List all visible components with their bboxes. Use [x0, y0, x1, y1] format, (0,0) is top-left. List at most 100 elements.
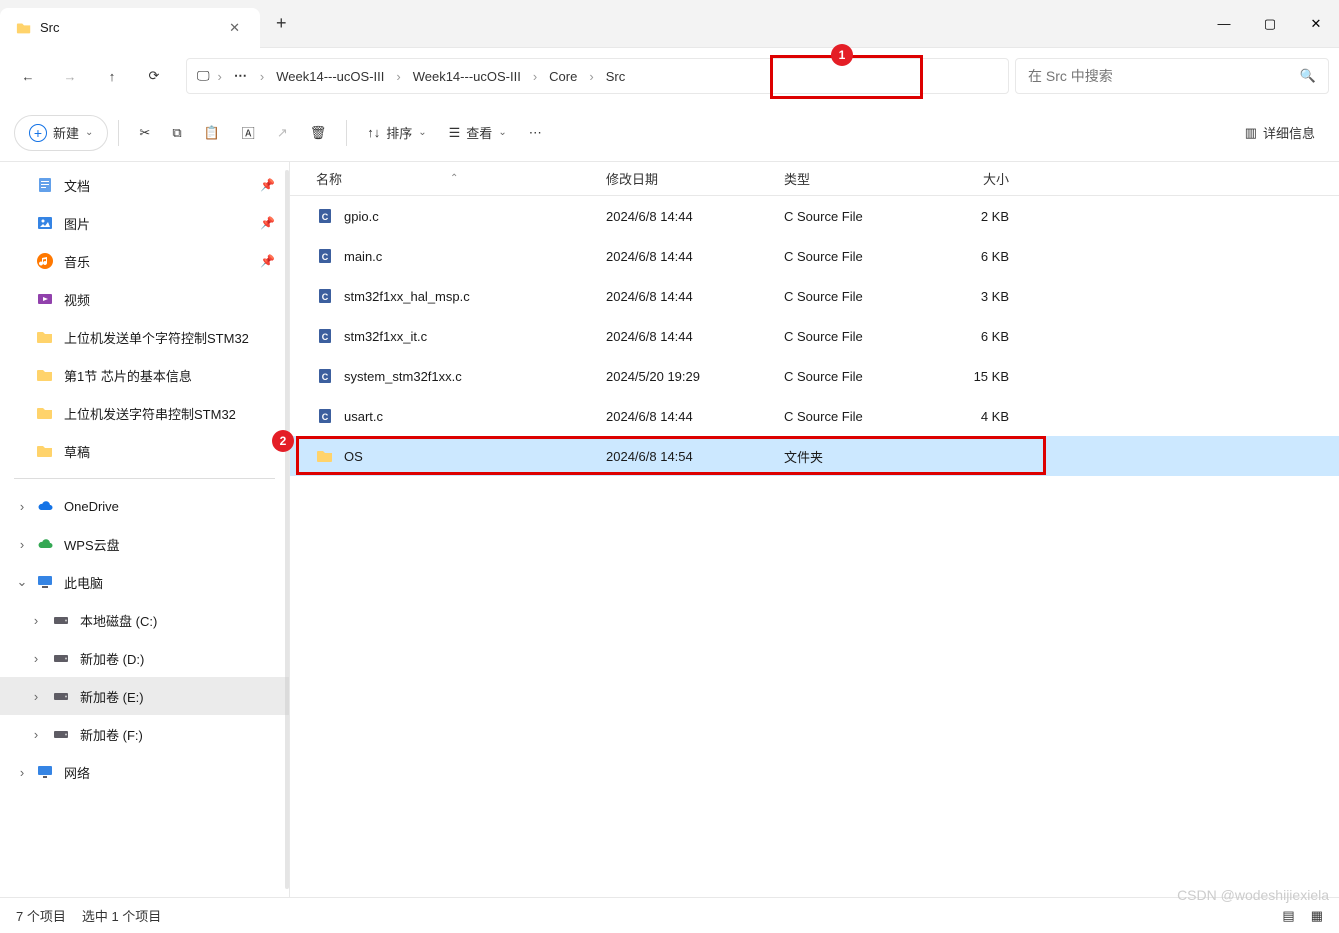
sidebar-item[interactable]: 音乐 📌	[0, 242, 289, 280]
file-row[interactable]: stm32f1xx_hal_msp.c 2024/6/8 14:44 C Sou…	[290, 276, 1339, 316]
sidebar-item[interactable]: 第1节 芯片的基本信息	[0, 356, 289, 394]
sort-indicator-icon: ⌃	[450, 173, 458, 184]
sort-icon: ↑↓	[367, 125, 380, 140]
search-input[interactable]	[1028, 68, 1292, 84]
up-button[interactable]: ↑	[94, 58, 130, 94]
view-button[interactable]: ☰ 查看 ⌄	[439, 115, 517, 151]
column-header-name[interactable]: 名称⌃	[290, 169, 606, 188]
sidebar-drive-item[interactable]: › 新加卷 (D:)	[0, 639, 289, 677]
folder-icon	[36, 404, 54, 422]
breadcrumb-item[interactable]: Core	[545, 67, 581, 86]
view-details-icon[interactable]: ▤	[1282, 908, 1294, 924]
column-header-date[interactable]: 修改日期	[606, 169, 784, 188]
file-name: gpio.c	[344, 209, 379, 224]
breadcrumb-overflow[interactable]: ⋯	[230, 68, 252, 84]
details-label: 详细信息	[1263, 123, 1315, 142]
file-row[interactable]: usart.c 2024/6/8 14:44 C Source File 4 K…	[290, 396, 1339, 436]
sidebar-drive-item[interactable]: › 新加卷 (E:)	[0, 677, 289, 715]
column-header-size[interactable]: 大小	[929, 169, 1021, 188]
close-tab-button[interactable]: ✕	[225, 16, 244, 40]
sidebar-item[interactable]: › OneDrive	[0, 487, 289, 525]
sidebar-item[interactable]: 草稿	[0, 432, 289, 470]
sidebar-item[interactable]: 上位机发送字符串控制STM32	[0, 394, 289, 432]
close-window-button[interactable]: ✕	[1293, 4, 1339, 44]
breadcrumb-item[interactable]: Week14---ucOS-III	[409, 67, 525, 86]
sidebar-item[interactable]: › WPS云盘	[0, 525, 289, 563]
cut-button[interactable]: ✂	[129, 115, 160, 151]
address-bar[interactable]: 🖵 › ⋯ › Week14---ucOS-III › Week14---ucO…	[186, 58, 1009, 94]
chevron-right-icon[interactable]: ›	[28, 613, 44, 628]
chevron-right-icon[interactable]: ›	[28, 651, 44, 666]
minimize-button[interactable]: —	[1201, 4, 1247, 44]
sidebar-drive-item[interactable]: › 新加卷 (F:)	[0, 715, 289, 753]
sort-button[interactable]: ↑↓ 排序 ⌄	[357, 115, 436, 151]
copy-button[interactable]: ⧉	[162, 115, 191, 151]
status-selected-count: 选中 1 个项目	[82, 906, 161, 925]
file-row[interactable]: stm32f1xx_it.c 2024/6/8 14:44 C Source F…	[290, 316, 1339, 356]
column-headers: 名称⌃ 修改日期 类型 大小	[290, 162, 1339, 196]
file-date: 2024/6/8 14:44	[606, 409, 784, 424]
file-date: 2024/6/8 14:44	[606, 289, 784, 304]
file-name: stm32f1xx_hal_msp.c	[344, 289, 470, 304]
file-size: 6 KB	[929, 249, 1021, 264]
maximize-button[interactable]: ▢	[1247, 4, 1293, 44]
cfile-icon	[316, 407, 334, 425]
tab-src[interactable]: Src ✕	[0, 8, 260, 48]
more-button[interactable]: ⋯	[519, 115, 552, 151]
sidebar-item-label: 新加卷 (E:)	[80, 687, 144, 706]
chevron-right-icon: ›	[533, 69, 537, 84]
view-thumbnails-icon[interactable]: ▦	[1311, 908, 1323, 924]
delete-button[interactable]: 🗑	[300, 115, 337, 151]
file-date: 2024/6/8 14:44	[606, 209, 784, 224]
video-icon	[36, 290, 54, 308]
new-tab-button[interactable]: +	[276, 13, 287, 34]
sidebar-item[interactable]: 图片 📌	[0, 204, 289, 242]
rename-button[interactable]: 🄰	[232, 115, 265, 151]
file-date: 2024/6/8 14:54	[606, 449, 784, 464]
ellipsis-icon: ⋯	[529, 125, 542, 141]
sidebar-item[interactable]: 视频	[0, 280, 289, 318]
sidebar-item[interactable]: 文档 📌	[0, 166, 289, 204]
pin-icon: 📌	[260, 178, 275, 192]
sidebar-item-label: 本地磁盘 (C:)	[80, 611, 157, 630]
sidebar-item[interactable]: ⌄ 此电脑	[0, 563, 289, 601]
sidebar-item[interactable]: 上位机发送单个字符控制STM32	[0, 318, 289, 356]
sidebar-item-network[interactable]: › 网络	[0, 753, 289, 791]
file-row[interactable]: system_stm32f1xx.c 2024/5/20 19:29 C Sou…	[290, 356, 1339, 396]
file-row[interactable]: gpio.c 2024/6/8 14:44 C Source File 2 KB	[290, 196, 1339, 236]
chevron-icon[interactable]: ›	[14, 499, 30, 514]
chevron-icon[interactable]: ⌄	[14, 574, 30, 590]
details-pane-button[interactable]: ▥ 详细信息	[1235, 115, 1325, 151]
trash-icon: 🗑	[310, 125, 327, 141]
refresh-button[interactable]: ⟳	[136, 58, 172, 94]
breadcrumb-item[interactable]: Week14---ucOS-III	[272, 67, 388, 86]
rename-icon: 🄰	[242, 123, 255, 142]
file-row[interactable]: OS 2024/6/8 14:54 文件夹	[290, 436, 1339, 476]
column-header-type[interactable]: 类型	[784, 169, 929, 188]
copy-icon: ⧉	[172, 125, 181, 141]
sidebar-item-label: 网络	[64, 763, 90, 782]
chevron-right-icon[interactable]: ›	[28, 727, 44, 742]
chevron-down-icon: ⌄	[85, 127, 93, 138]
file-type: C Source File	[784, 289, 929, 304]
cfile-icon	[316, 207, 334, 225]
cfile-icon	[316, 327, 334, 345]
chevron-right-icon[interactable]: ›	[14, 765, 30, 780]
new-button[interactable]: + 新建 ⌄	[14, 115, 108, 151]
net-icon	[36, 763, 54, 781]
chevron-right-icon[interactable]: ›	[28, 689, 44, 704]
chevron-right-icon: ›	[396, 69, 400, 84]
chevron-icon[interactable]: ›	[14, 537, 30, 552]
chevron-down-icon: ⌄	[498, 127, 506, 138]
sidebar-item-label: 视频	[64, 290, 90, 309]
sidebar-drive-item[interactable]: › 本地磁盘 (C:)	[0, 601, 289, 639]
back-button[interactable]: ←	[10, 58, 46, 94]
file-row[interactable]: main.c 2024/6/8 14:44 C Source File 6 KB	[290, 236, 1339, 276]
view-label: 查看	[466, 123, 492, 142]
separator	[14, 478, 275, 479]
search-box[interactable]: 🔍	[1015, 58, 1329, 94]
breadcrumb-item[interactable]: Src	[602, 67, 630, 86]
share-icon: ↗	[277, 125, 288, 141]
search-icon[interactable]: 🔍	[1300, 68, 1316, 84]
tab-title: Src	[40, 20, 60, 35]
